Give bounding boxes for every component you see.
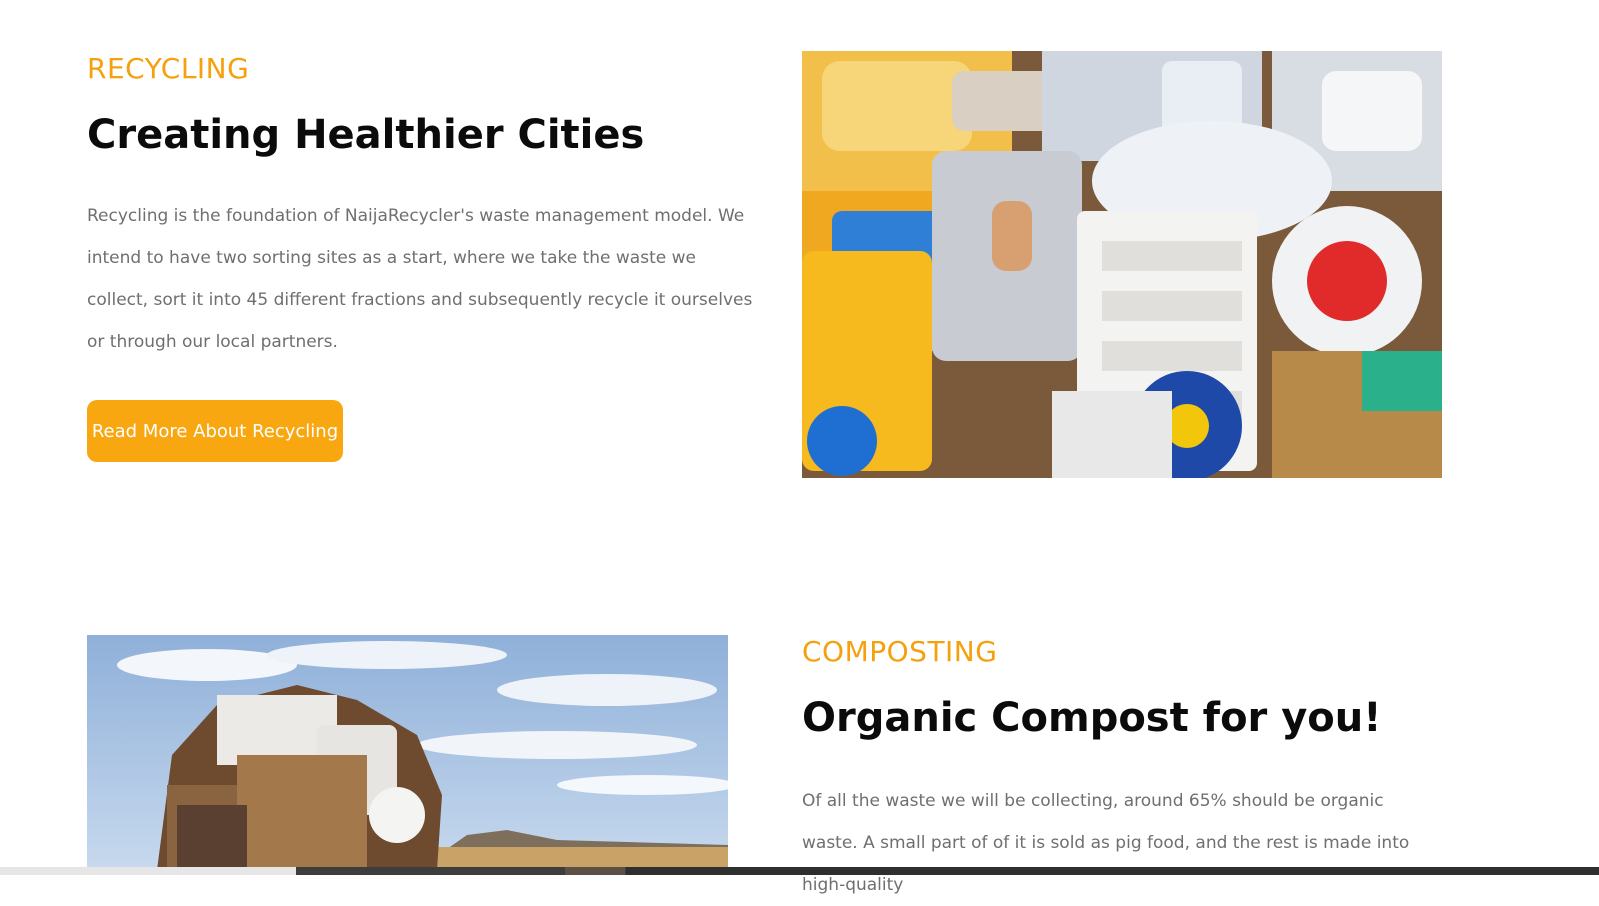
scrollbar-track-right	[626, 867, 1599, 875]
scrap-pile-image	[87, 635, 728, 870]
horizontal-scrollbar[interactable]	[0, 867, 1599, 875]
composting-paragraph: Of all the waste we will be collecting, …	[802, 791, 1410, 895]
composting-eyebrow: COMPOSTING	[802, 635, 998, 668]
recycling-title: Creating Healthier Cities	[87, 112, 645, 158]
recycling-eyebrow: RECYCLING	[87, 52, 250, 85]
composting-title: Organic Compost for you!	[802, 695, 1382, 741]
plastic-waste-image	[802, 51, 1442, 478]
recycling-paragraph: Recycling is the foundation of NaijaRecy…	[87, 206, 753, 352]
scrollbar-segment	[565, 867, 625, 875]
read-more-recycling-button[interactable]: Read More About Recycling	[87, 400, 343, 462]
